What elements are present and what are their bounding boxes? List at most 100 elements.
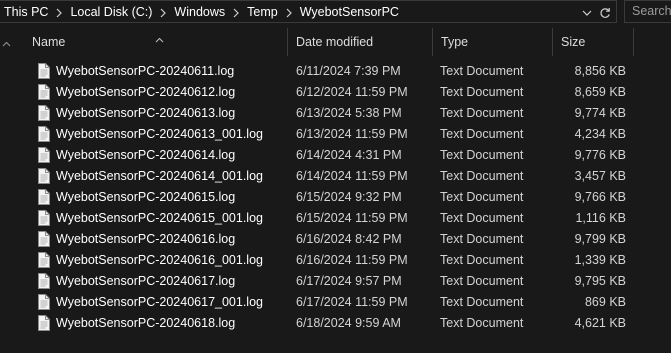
address-bar[interactable]: This PC Local Disk (C:) Windows Temp Wye… xyxy=(0,0,617,23)
column-header-date[interactable]: Date modified xyxy=(288,28,433,56)
file-size: 4,234 KB xyxy=(574,127,626,141)
file-date-modified: 6/16/2024 8:42 PM xyxy=(296,232,402,246)
text-document-icon xyxy=(37,147,50,163)
navigation-pane xyxy=(0,24,14,353)
text-document-icon xyxy=(37,105,50,121)
text-document-icon xyxy=(37,168,50,184)
file-row[interactable]: WyebotSensorPC-20240617.log 6/17/2024 9:… xyxy=(30,271,642,292)
breadcrumb: This PC Local Disk (C:) Windows Temp Wye… xyxy=(4,1,399,24)
file-type: Text Document xyxy=(440,106,524,120)
chevron-right-icon[interactable] xyxy=(152,1,174,24)
column-headers: Name Date modified Type Size xyxy=(24,28,671,56)
toolbar: This PC Local Disk (C:) Windows Temp Wye… xyxy=(0,0,671,24)
file-size: 9,774 KB xyxy=(574,106,626,120)
column-header-date-label: Date modified xyxy=(296,35,374,49)
file-date-modified: 6/12/2024 11:59 PM xyxy=(296,85,408,99)
file-date-modified: 6/14/2024 4:31 PM xyxy=(296,148,402,162)
file-type: Text Document xyxy=(440,232,524,246)
file-row[interactable]: WyebotSensorPC-20240616.log 6/16/2024 8:… xyxy=(30,229,642,250)
file-row[interactable]: WyebotSensorPC-20240611.log 6/11/2024 7:… xyxy=(30,61,642,82)
file-name: WyebotSensorPC-20240616_001.log xyxy=(56,253,263,267)
breadcrumb-wyebotsensorpc[interactable]: WyebotSensorPC xyxy=(300,1,399,24)
file-name: WyebotSensorPC-20240617_001.log xyxy=(56,295,263,309)
text-document-icon xyxy=(37,210,50,226)
file-date-modified: 6/13/2024 5:38 PM xyxy=(296,106,402,120)
file-size: 3,457 KB xyxy=(574,169,626,183)
file-size: 8,659 KB xyxy=(574,85,626,99)
file-row[interactable]: WyebotSensorPC-20240614_001.log 6/14/202… xyxy=(30,166,642,187)
file-name: WyebotSensorPC-20240615_001.log xyxy=(56,211,263,225)
file-size: 9,776 KB xyxy=(574,148,626,162)
file-size: 9,795 KB xyxy=(574,274,626,288)
text-document-icon xyxy=(37,63,50,79)
file-row[interactable]: WyebotSensorPC-20240613.log 6/13/2024 5:… xyxy=(30,103,642,124)
file-row[interactable]: WyebotSensorPC-20240618.log 6/18/2024 9:… xyxy=(30,313,642,334)
column-header-type[interactable]: Type xyxy=(433,28,553,56)
file-size: 8,856 KB xyxy=(574,64,626,78)
column-header-name-label: Name xyxy=(32,35,66,49)
file-type: Text Document xyxy=(440,211,524,225)
file-type: Text Document xyxy=(440,127,524,141)
text-document-icon xyxy=(37,294,50,310)
text-document-icon xyxy=(37,84,50,100)
column-header-type-label: Type xyxy=(441,35,469,49)
file-type: Text Document xyxy=(440,253,524,267)
search-box[interactable]: Search xyxy=(624,0,671,23)
refresh-icon[interactable] xyxy=(596,1,614,24)
file-size: 9,766 KB xyxy=(574,190,626,204)
file-name: WyebotSensorPC-20240614_001.log xyxy=(56,169,263,183)
text-document-icon xyxy=(37,231,50,247)
chevron-right-icon[interactable] xyxy=(48,1,70,24)
file-row[interactable]: WyebotSensorPC-20240617_001.log 6/17/202… xyxy=(30,292,642,313)
file-size: 9,799 KB xyxy=(574,232,626,246)
column-header-name[interactable]: Name xyxy=(24,28,288,56)
file-row[interactable]: WyebotSensorPC-20240613_001.log 6/13/202… xyxy=(30,124,642,145)
file-type: Text Document xyxy=(440,316,524,330)
file-row[interactable]: WyebotSensorPC-20240615.log 6/15/2024 9:… xyxy=(30,187,642,208)
file-name: WyebotSensorPC-20240613.log xyxy=(56,106,236,120)
file-row[interactable]: WyebotSensorPC-20240614.log 6/14/2024 4:… xyxy=(30,145,642,166)
file-date-modified: 6/15/2024 11:59 PM xyxy=(296,211,408,225)
column-header-size[interactable]: Size xyxy=(553,28,634,56)
file-size: 869 KB xyxy=(584,295,626,309)
file-date-modified: 6/14/2024 11:59 PM xyxy=(296,169,408,183)
breadcrumb-temp[interactable]: Temp xyxy=(247,1,278,24)
chevron-right-icon[interactable] xyxy=(225,1,247,24)
search-placeholder: Search xyxy=(632,4,671,18)
file-date-modified: 6/16/2024 11:59 PM xyxy=(296,253,408,267)
file-type: Text Document xyxy=(440,169,524,183)
breadcrumb-local-disk[interactable]: Local Disk (C:) xyxy=(70,1,152,24)
text-document-icon xyxy=(37,273,50,289)
file-date-modified: 6/18/2024 9:59 AM xyxy=(296,316,401,330)
text-document-icon xyxy=(37,189,50,205)
file-row[interactable]: WyebotSensorPC-20240615_001.log 6/15/202… xyxy=(30,208,642,229)
text-document-icon xyxy=(37,252,50,268)
chevron-right-icon[interactable] xyxy=(278,1,300,24)
breadcrumb-windows[interactable]: Windows xyxy=(174,1,225,24)
file-type: Text Document xyxy=(440,85,524,99)
file-row[interactable]: WyebotSensorPC-20240616_001.log 6/16/202… xyxy=(30,250,642,271)
chevron-down-icon[interactable] xyxy=(578,1,596,24)
sort-ascending-icon xyxy=(155,25,164,53)
file-name: WyebotSensorPC-20240616.log xyxy=(56,232,236,246)
file-name: WyebotSensorPC-20240614.log xyxy=(56,148,236,162)
file-date-modified: 6/17/2024 9:57 PM xyxy=(296,274,402,288)
text-document-icon xyxy=(37,126,50,142)
file-row[interactable]: WyebotSensorPC-20240612.log 6/12/2024 11… xyxy=(30,82,642,103)
file-size: 1,339 KB xyxy=(574,253,626,267)
breadcrumb-this-pc[interactable]: This PC xyxy=(4,1,48,24)
file-name: WyebotSensorPC-20240618.log xyxy=(56,316,236,330)
column-header-size-label: Size xyxy=(561,35,586,49)
file-type: Text Document xyxy=(440,64,524,78)
scroll-up-arrow-icon[interactable] xyxy=(2,36,11,50)
file-name: WyebotSensorPC-20240617.log xyxy=(56,274,236,288)
file-name: WyebotSensorPC-20240611.log xyxy=(56,64,235,78)
file-type: Text Document xyxy=(440,190,524,204)
text-document-icon xyxy=(37,315,50,331)
file-size: 1,116 KB xyxy=(575,211,626,225)
file-type: Text Document xyxy=(440,148,524,162)
file-type: Text Document xyxy=(440,274,524,288)
file-name: WyebotSensorPC-20240613_001.log xyxy=(56,127,263,141)
file-name: WyebotSensorPC-20240615.log xyxy=(56,190,236,204)
column-divider[interactable] xyxy=(633,28,634,56)
